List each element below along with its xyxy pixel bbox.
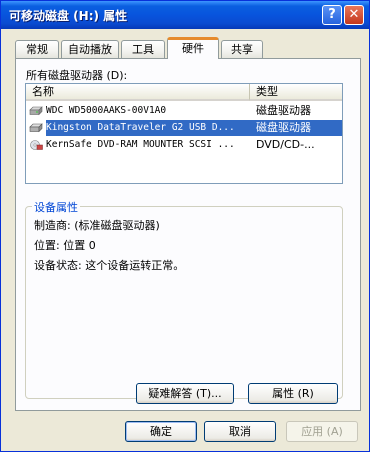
column-header-type[interactable]: 类型 bbox=[250, 84, 342, 101]
disk-list-label: 所有磁盘驱动器 (D): bbox=[26, 69, 128, 82]
tab-sharing[interactable]: 共享 bbox=[221, 40, 263, 58]
device-properties-title: 设备属性 bbox=[32, 199, 80, 215]
tab-autoplay[interactable]: 自动播放 bbox=[61, 40, 119, 58]
usb-disk-icon bbox=[29, 123, 43, 133]
hard-disk-icon bbox=[29, 106, 43, 116]
device-type: 磁盘驱动器 bbox=[254, 120, 342, 136]
list-item[interactable]: WDC WD5000AAKS-00V1A0 磁盘驱动器 bbox=[26, 103, 342, 119]
apply-button[interactable]: 应用 (A) bbox=[286, 421, 358, 442]
tab-general[interactable]: 常规 bbox=[15, 40, 59, 58]
help-button[interactable]: ? bbox=[322, 5, 342, 25]
hardware-panel: 所有磁盘驱动器 (D): 名称 类型 WDC WD5000AAKS-00V1A0… bbox=[15, 58, 361, 411]
device-properties-button[interactable]: 属性 (R) bbox=[248, 383, 338, 404]
properties-window: 可移动磁盘 (H:) 属性 ? ✕ 常规 自动播放 工具 硬件 共享 所有磁盘驱… bbox=[0, 0, 370, 452]
location-text: 位置: 位置 0 bbox=[34, 239, 96, 252]
device-type: 磁盘驱动器 bbox=[256, 104, 311, 117]
troubleshoot-button[interactable]: 疑难解答 (T)... bbox=[136, 383, 234, 404]
title-bar[interactable]: 可移动磁盘 (H:) 属性 ? ✕ bbox=[1, 1, 369, 29]
window-title: 可移动磁盘 (H:) 属性 bbox=[9, 9, 128, 23]
close-button[interactable]: ✕ bbox=[344, 5, 364, 25]
device-properties-group: 设备属性 制造商: (标准磁盘驱动器) 位置: 位置 0 设备状态: 这个设备运… bbox=[25, 199, 343, 404]
column-header-name[interactable]: 名称 bbox=[26, 84, 250, 101]
tab-hardware[interactable]: 硬件 bbox=[167, 37, 219, 59]
device-type: DVD/CD-... bbox=[256, 138, 315, 151]
list-item[interactable]: KernSafe DVD-RAM MOUNTER SCSI ... DVD/CD… bbox=[26, 137, 342, 153]
device-name: Kingston DataTraveler G2 USB D... bbox=[46, 120, 256, 136]
ok-button[interactable]: 确定 bbox=[125, 421, 197, 442]
device-status-text: 设备状态: 这个设备运转正常。 bbox=[34, 259, 185, 272]
list-item[interactable]: Kingston DataTraveler G2 USB D... 磁盘驱动器 bbox=[26, 120, 342, 136]
tab-tools[interactable]: 工具 bbox=[121, 40, 165, 58]
disk-list[interactable]: 名称 类型 WDC WD5000AAKS-00V1A0 磁盘驱动器 Kingst… bbox=[25, 83, 343, 184]
device-name: KernSafe DVD-RAM MOUNTER SCSI ... bbox=[46, 139, 235, 150]
cd-drive-icon bbox=[30, 140, 43, 150]
manufacturer-text: 制造商: (标准磁盘驱动器) bbox=[34, 219, 160, 232]
cancel-button[interactable]: 取消 bbox=[204, 421, 276, 442]
device-name: WDC WD5000AAKS-00V1A0 bbox=[46, 105, 167, 116]
